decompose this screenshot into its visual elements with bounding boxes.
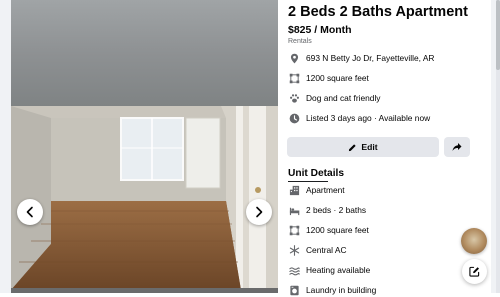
unit-detail-laundry: Laundry in building bbox=[288, 283, 376, 297]
listing-title: 2 Beds 2 Baths Apartment bbox=[288, 4, 468, 20]
previous-photo-button[interactable] bbox=[17, 199, 43, 225]
unit-detail-text: Apartment bbox=[306, 185, 345, 195]
unit-detail-text: 2 beds · 2 baths bbox=[306, 205, 367, 215]
share-arrow-icon bbox=[452, 143, 462, 151]
page-background-left bbox=[0, 0, 11, 293]
listing-thumbnail-bubble[interactable] bbox=[461, 228, 487, 254]
edit-listing-button[interactable]: Edit bbox=[287, 137, 439, 157]
new-message-button[interactable] bbox=[462, 259, 487, 284]
share-listing-button[interactable] bbox=[444, 137, 470, 157]
compose-icon bbox=[469, 266, 480, 277]
listing-price: $825 / Month bbox=[288, 24, 352, 36]
clock-icon bbox=[288, 112, 300, 124]
snowflake-icon bbox=[288, 244, 300, 256]
edit-button-label: Edit bbox=[361, 142, 378, 152]
bed-icon bbox=[288, 204, 300, 216]
blurred-backdrop bbox=[11, 0, 278, 106]
scrollbar-thumb[interactable] bbox=[496, 0, 500, 70]
laundry-icon bbox=[288, 284, 300, 296]
building-icon bbox=[288, 184, 300, 196]
unit-detail-text: 1200 square feet bbox=[306, 225, 369, 235]
info-row-location[interactable]: 693 N Betty Jo Dr, Fayetteville, AR bbox=[288, 51, 434, 65]
unit-detail-type: Apartment bbox=[288, 183, 345, 197]
next-photo-button[interactable] bbox=[246, 199, 272, 225]
info-row-text: 693 N Betty Jo Dr, Fayetteville, AR bbox=[306, 53, 435, 63]
unit-detail-ac: Central AC bbox=[288, 243, 347, 257]
chevron-right-icon bbox=[256, 206, 263, 218]
gallery-bottom-strip bbox=[11, 288, 278, 293]
unit-detail-text: Laundry in building bbox=[306, 285, 377, 295]
info-row-text: Listed 3 days ago · Available now bbox=[306, 113, 431, 123]
info-row-text: 1200 square feet bbox=[306, 73, 369, 83]
unit-details-underline bbox=[288, 181, 328, 182]
info-row-area: 1200 square feet bbox=[288, 71, 369, 85]
listing-category[interactable]: Rentals bbox=[288, 38, 312, 45]
unit-detail-text: Heating available bbox=[306, 265, 371, 275]
pencil-icon bbox=[349, 143, 357, 151]
unit-detail-heating: Heating available bbox=[288, 263, 370, 277]
paw-icon bbox=[288, 92, 300, 104]
unit-detail-text: Central AC bbox=[306, 245, 347, 255]
unit-detail-area: 1200 square feet bbox=[288, 223, 369, 237]
heat-icon bbox=[288, 264, 300, 276]
info-row-text: Dog and cat friendly bbox=[306, 93, 381, 103]
chevron-left-icon bbox=[26, 206, 33, 218]
listing-details-panel: 2 Beds 2 Baths Apartment $825 / Month Re… bbox=[278, 0, 491, 295]
info-row-listed: Listed 3 days ago · Available now bbox=[288, 111, 430, 125]
unit-details-heading: Unit Details bbox=[288, 168, 345, 179]
unit-detail-beds: 2 beds · 2 baths bbox=[288, 203, 366, 217]
photo-gallery bbox=[11, 0, 278, 293]
area-icon bbox=[288, 224, 300, 236]
map-pin-icon bbox=[288, 52, 300, 64]
area-icon bbox=[288, 72, 300, 84]
listing-photo bbox=[11, 106, 278, 290]
info-row-pets: Dog and cat friendly bbox=[288, 91, 381, 105]
